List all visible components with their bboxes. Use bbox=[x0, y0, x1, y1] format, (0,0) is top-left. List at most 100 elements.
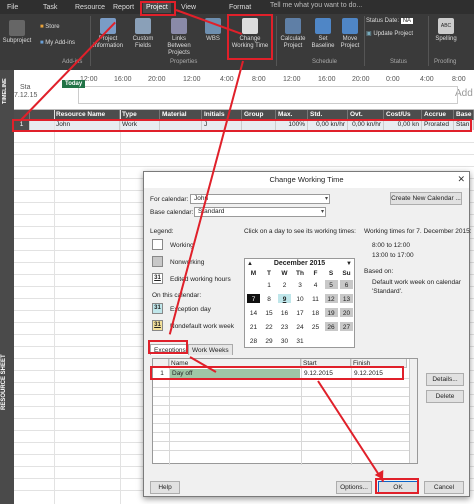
set-baseline-button[interactable]: Set Baseline bbox=[309, 18, 337, 50]
exc-row-line bbox=[153, 450, 415, 451]
grid-line bbox=[14, 154, 474, 155]
calendar-weekday: T bbox=[267, 270, 271, 277]
calendar-day[interactable]: 8 bbox=[261, 293, 277, 304]
calendar-day[interactable]: 24 bbox=[292, 321, 308, 332]
tab-resource[interactable]: Resource bbox=[72, 2, 108, 13]
move-project-button[interactable]: Move Project bbox=[338, 18, 362, 50]
tell-me-box[interactable]: Tell me what you want to do... bbox=[270, 2, 362, 9]
timeline-side-label: TIMELINE bbox=[2, 78, 8, 104]
legend-working-swatch bbox=[152, 239, 163, 250]
calendar-day[interactable]: 9 bbox=[277, 293, 292, 304]
store-button[interactable]: ■ Store bbox=[40, 24, 60, 31]
tab-work-weeks[interactable]: Work Weeks bbox=[188, 344, 233, 355]
custom-fields-button[interactable]: Custom Fields bbox=[128, 18, 158, 50]
calendar-day[interactable]: 18 bbox=[308, 307, 323, 318]
cancel-button[interactable]: Cancel bbox=[424, 481, 464, 494]
grid-col-line bbox=[120, 110, 121, 504]
timeline-bar[interactable] bbox=[78, 86, 458, 104]
legend-working-text: Working bbox=[170, 242, 194, 249]
legend-nonworking-swatch bbox=[152, 256, 163, 267]
chevron-up-icon[interactable]: ▲ bbox=[247, 259, 253, 269]
links-between-projects-button[interactable]: Links Between Projects bbox=[160, 18, 198, 57]
spelling-button[interactable]: ABC Spelling bbox=[430, 18, 462, 43]
create-new-calendar-button[interactable]: Create New Calendar ... bbox=[390, 192, 462, 205]
store-icon: ■ bbox=[40, 24, 44, 30]
calendar-day[interactable]: 28 bbox=[246, 335, 261, 346]
subproject-button[interactable]: Subproject bbox=[2, 20, 32, 45]
status-group-label: Status bbox=[390, 59, 408, 65]
timeline-time: 16:00 bbox=[114, 76, 132, 83]
calendar-day[interactable]: 26 bbox=[323, 321, 339, 332]
calendar-day[interactable]: 31 bbox=[292, 335, 308, 346]
calendar-day[interactable]: 21 bbox=[246, 321, 261, 332]
based-on-label: Based on: bbox=[364, 268, 394, 275]
calendar-day bbox=[308, 335, 323, 346]
calendar-day[interactable]: 17 bbox=[292, 307, 308, 318]
exc-row-line bbox=[153, 432, 415, 433]
tab-format[interactable]: Format bbox=[226, 2, 254, 13]
project-info-icon bbox=[100, 18, 116, 34]
legend-edited-text: Edited working hours bbox=[170, 276, 231, 283]
grid-line bbox=[14, 142, 474, 143]
exc-row-line bbox=[153, 387, 415, 388]
calendar-day[interactable]: 16 bbox=[277, 307, 292, 318]
month-calendar[interactable]: December 2015 ▲ ▼ M T W Th F S Su 1 2 3 4 5 6 7 8 9 10 11… bbox=[244, 258, 355, 348]
calendar-day[interactable]: 7 bbox=[246, 293, 261, 304]
update-project-button[interactable]: ▣ Update Project bbox=[366, 31, 413, 38]
chevron-down-icon[interactable]: ▼ bbox=[346, 259, 352, 269]
calendar-day[interactable]: 30 bbox=[277, 335, 292, 346]
legend-nondefault-text: Nondefault work week bbox=[170, 323, 234, 330]
delete-button[interactable]: Delete bbox=[426, 390, 464, 403]
calendar-day[interactable]: 13 bbox=[339, 293, 354, 304]
calendar-day bbox=[339, 335, 354, 346]
project-information-button[interactable]: Project Information bbox=[92, 18, 124, 50]
calendar-day[interactable]: 5 bbox=[323, 279, 339, 290]
calendar-day[interactable]: 20 bbox=[339, 307, 354, 318]
calendar-day[interactable]: 15 bbox=[261, 307, 277, 318]
close-icon[interactable]: ✕ bbox=[457, 174, 465, 185]
exceptions-scrollbar[interactable] bbox=[409, 359, 417, 463]
tab-task[interactable]: Task bbox=[40, 2, 60, 13]
calendar-day bbox=[246, 279, 261, 290]
calendar-day[interactable]: 12 bbox=[323, 293, 339, 304]
tab-report[interactable]: Report bbox=[110, 2, 137, 13]
calculate-project-button[interactable]: Calculate Project bbox=[278, 18, 308, 50]
working-times-label: Working times for 7. December 2015: bbox=[364, 228, 472, 235]
calendar-day[interactable]: 1 bbox=[261, 279, 277, 290]
exc-row-line bbox=[153, 405, 415, 406]
base-calendar-select[interactable]: Standard ▾ bbox=[194, 207, 326, 217]
calendar-weekday: S bbox=[328, 270, 334, 277]
properties-group-label: Properties bbox=[170, 59, 198, 65]
my-addins-button[interactable]: ■ My Add-ins bbox=[40, 40, 75, 47]
timeline-start-label: Sta bbox=[20, 84, 31, 91]
calendar-day[interactable]: 22 bbox=[261, 321, 277, 332]
options-button[interactable]: Options... bbox=[336, 481, 372, 494]
calendar-day[interactable]: 14 bbox=[246, 307, 261, 318]
for-calendar-select[interactable]: John ▾ bbox=[190, 194, 330, 204]
proofing-group-label: Proofing bbox=[434, 59, 457, 65]
calendar-day[interactable]: 23 bbox=[277, 321, 292, 332]
tab-file[interactable]: File bbox=[4, 2, 21, 13]
calendar-day[interactable]: 10 bbox=[292, 293, 308, 304]
calendar-day[interactable]: 11 bbox=[308, 293, 323, 304]
calendar-day[interactable]: 19 bbox=[323, 307, 339, 318]
calendar-day[interactable]: 3 bbox=[292, 279, 308, 290]
status-date-button[interactable]: Status Date: NA bbox=[366, 18, 414, 25]
details-button[interactable]: Details... bbox=[426, 373, 464, 386]
ribbon-separator bbox=[90, 16, 91, 66]
timeline-time: 12:00 bbox=[283, 76, 301, 83]
calendar-day[interactable]: 27 bbox=[339, 321, 354, 332]
calendar-day[interactable]: 29 bbox=[261, 335, 277, 346]
calendar-weekday: M bbox=[250, 270, 257, 277]
addins-icon: ■ bbox=[40, 40, 44, 46]
calendar-day[interactable]: 4 bbox=[308, 279, 323, 290]
calendar-day[interactable]: 2 bbox=[277, 279, 292, 290]
on-this-calendar-label: On this calendar: bbox=[152, 292, 202, 299]
calendar-day[interactable]: 25 bbox=[308, 321, 323, 332]
timeline-time: 4:00 bbox=[220, 76, 234, 83]
schedule-group-label: Schedule bbox=[312, 59, 338, 65]
calculator-icon bbox=[285, 18, 301, 34]
based-on-text: Default work week on calendar 'Standard'… bbox=[372, 279, 461, 295]
help-button[interactable]: Help bbox=[150, 481, 180, 494]
calendar-day[interactable]: 6 bbox=[339, 279, 354, 290]
